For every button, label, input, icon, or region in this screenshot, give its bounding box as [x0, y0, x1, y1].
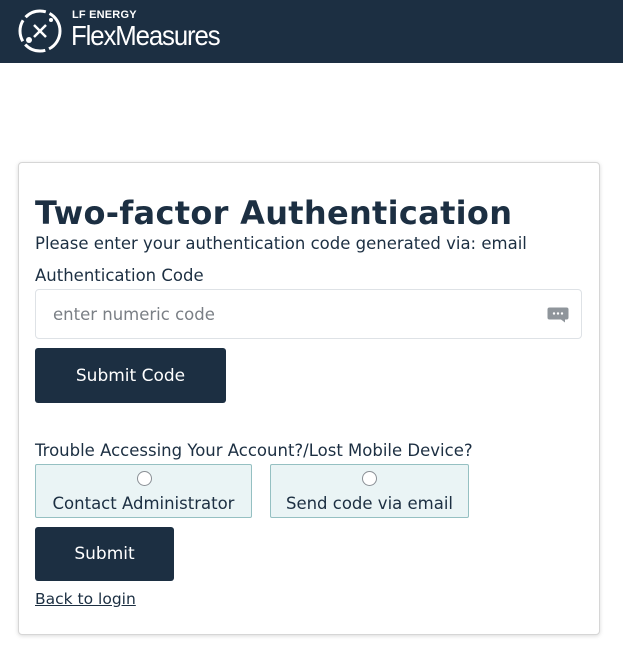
brand-name: FlexMeasures — [71, 20, 221, 51]
page-title: Two-factor Authentication — [35, 194, 513, 232]
send-email-radio[interactable] — [362, 471, 377, 486]
brand-logo[interactable]: LF ENERGY FlexMeasures — [17, 8, 242, 54]
submit-button[interactable]: Submit — [35, 527, 174, 581]
contact-admin-radio[interactable] — [137, 471, 152, 486]
back-to-login-link[interactable]: Back to login — [35, 590, 136, 608]
top-navbar: LF ENERGY FlexMeasures — [0, 0, 623, 63]
code-label: Authentication Code — [35, 266, 204, 285]
send-email-option[interactable]: Send code via email — [270, 464, 469, 518]
contact-admin-option[interactable]: Contact Administrator — [35, 464, 252, 518]
trouble-text: Trouble Accessing Your Account?/Lost Mob… — [35, 441, 473, 460]
contact-admin-label: Contact Administrator — [52, 494, 235, 513]
submit-code-button[interactable]: Submit Code — [35, 348, 226, 403]
authentication-code-input[interactable] — [35, 289, 582, 339]
send-email-label: Send code via email — [285, 494, 454, 513]
keyboard-dots-icon[interactable] — [547, 307, 569, 323]
brand-text: LF ENERGY FlexMeasures — [71, 8, 242, 54]
flexmeasures-logo-icon — [18, 9, 62, 53]
auth-subtitle: Please enter your authentication code ge… — [35, 234, 527, 253]
